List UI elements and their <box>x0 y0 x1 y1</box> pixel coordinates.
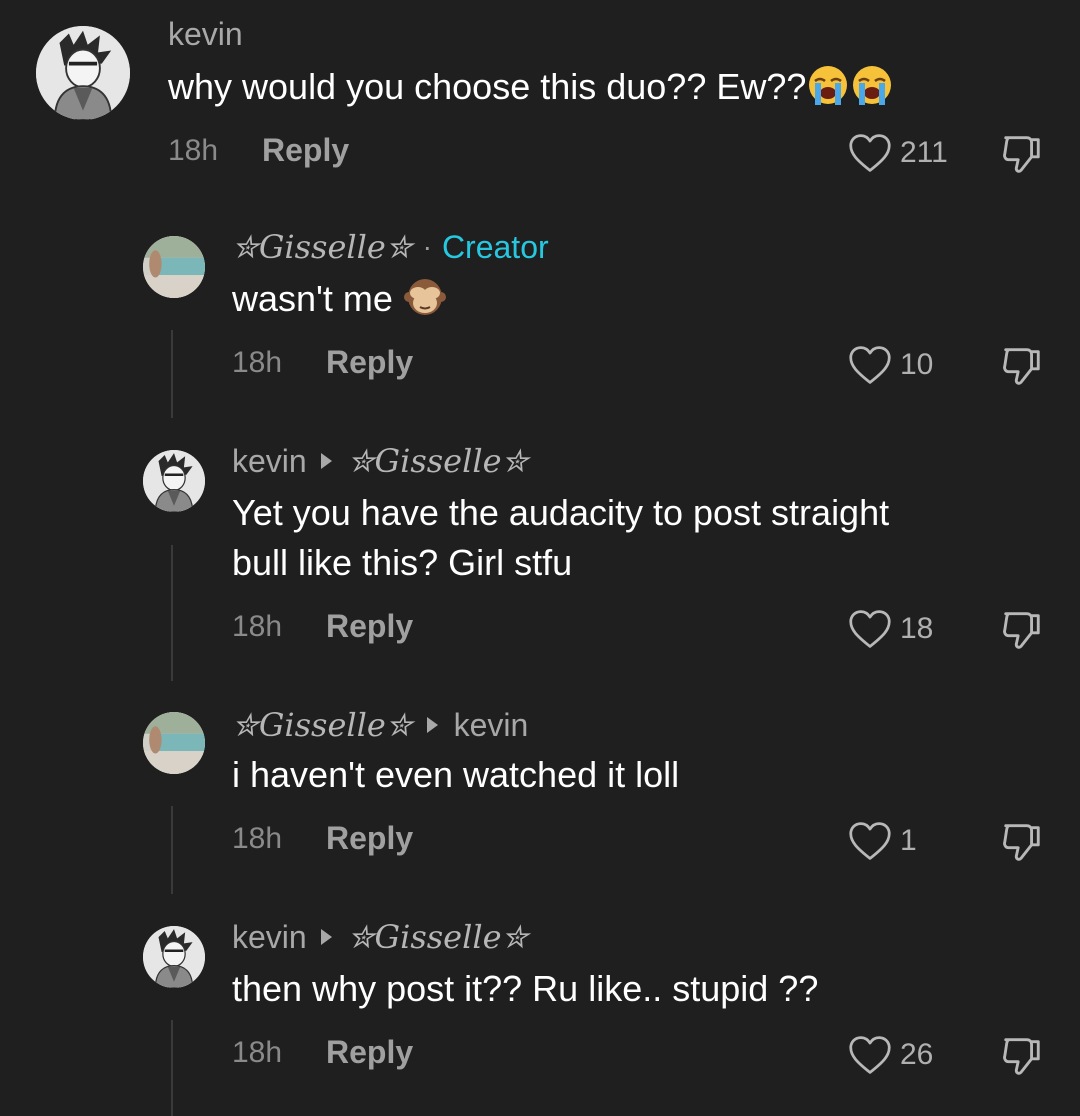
comment-reply: ✮Gisselle✮ · Creator wasn't me 18h Reply… <box>0 228 1080 418</box>
avatar-image <box>36 26 130 120</box>
heart-icon <box>848 820 892 862</box>
comment-username[interactable]: kevin ✮Gisselle✮ <box>232 442 528 480</box>
like-button[interactable]: 18 <box>848 608 933 650</box>
reply-button[interactable]: Reply <box>326 608 413 645</box>
like-count: 1 <box>900 824 917 857</box>
comment-reply: ✮Gisselle✮ kevin i haven't even watched … <box>0 704 1080 894</box>
heart-icon <box>848 1034 892 1076</box>
creator-badge: Creator <box>441 228 549 265</box>
thumbs-down-icon <box>1000 344 1044 388</box>
avatar-kevin[interactable] <box>143 450 205 512</box>
comment-text-line: bull like this? Girl stfu <box>232 542 573 583</box>
dislike-button[interactable] <box>1000 608 1044 652</box>
avatar-image <box>143 712 205 774</box>
comment-timestamp: 18h <box>232 610 283 643</box>
reply-button[interactable]: Reply <box>326 1034 413 1071</box>
reply-arrow-icon <box>320 929 332 945</box>
avatar-image <box>143 450 205 512</box>
thread-line <box>171 1020 173 1116</box>
comment-reply: kevin ✮Gisselle✮ Yet you have the audaci… <box>0 440 1080 680</box>
comment-username[interactable]: ✮Gisselle✮ kevin <box>232 706 528 744</box>
see-no-evil-monkey-icon <box>403 275 447 319</box>
avatar-gisselle[interactable] <box>143 236 205 298</box>
comment-username[interactable]: ✮Gisselle✮ · Creator <box>232 228 549 266</box>
thread-line <box>171 545 173 681</box>
like-count: 211 <box>900 136 948 169</box>
comment-text-body: why would you choose this duo?? Ew?? <box>168 66 807 107</box>
reply-button[interactable]: Reply <box>326 344 413 381</box>
reply-to-username: kevin <box>453 706 529 743</box>
dislike-button[interactable] <box>1000 820 1044 864</box>
avatar-kevin[interactable] <box>143 926 205 988</box>
heart-icon <box>848 608 892 650</box>
comment-top-level: kevin why would you choose this duo?? Ew… <box>0 0 1080 190</box>
reply-arrow-icon <box>426 717 438 733</box>
dislike-button[interactable] <box>1000 1034 1044 1078</box>
comment-timestamp: 18h <box>232 822 283 855</box>
loudly-crying-face-icon <box>806 63 850 107</box>
comment-username[interactable]: kevin ✮Gisselle✮ <box>232 918 528 956</box>
avatar-gisselle[interactable] <box>143 712 205 774</box>
username-text: kevin <box>232 918 307 955</box>
comment-username[interactable]: kevin <box>168 16 243 53</box>
reply-arrow-icon <box>320 453 332 469</box>
separator-dot: · <box>422 231 432 262</box>
comment-text-line: Yet you have the audacity to post straig… <box>232 492 890 533</box>
reply-button[interactable]: Reply <box>262 132 349 169</box>
avatar-image <box>143 926 205 988</box>
like-button[interactable]: 10 <box>848 344 933 386</box>
username-text: kevin <box>168 16 243 52</box>
thumbs-down-icon <box>1000 820 1044 864</box>
dislike-button[interactable] <box>1000 132 1044 176</box>
reply-button[interactable]: Reply <box>326 820 413 857</box>
reply-to-username: ✮Gisselle✮ <box>347 442 529 480</box>
heart-icon <box>848 344 892 386</box>
comment-text: then why post it?? Ru like.. stupid ?? <box>232 968 819 1009</box>
thread-line <box>171 330 173 418</box>
comment-reply: kevin ✮Gisselle✮ then why post it?? Ru l… <box>0 916 1080 1116</box>
like-count: 10 <box>900 348 934 381</box>
reply-to-username: ✮Gisselle✮ <box>347 918 529 956</box>
like-button[interactable]: 26 <box>848 1034 933 1076</box>
like-button[interactable]: 211 <box>848 132 948 174</box>
username-text: kevin <box>232 442 307 479</box>
like-button[interactable]: 1 <box>848 820 917 862</box>
thread-line <box>171 806 173 894</box>
comment-text-body: wasn't me <box>232 278 393 319</box>
comment-text: why would you choose this duo?? Ew?? <box>168 62 894 112</box>
avatar-kevin[interactable] <box>36 26 130 120</box>
comment-timestamp: 18h <box>232 346 283 379</box>
like-count: 26 <box>900 1038 934 1071</box>
username-text: ✮Gisselle✮ <box>232 228 413 266</box>
heart-icon <box>848 132 892 174</box>
dislike-button[interactable] <box>1000 344 1044 388</box>
comment-timestamp: 18h <box>232 1036 283 1069</box>
like-count: 18 <box>900 612 934 645</box>
thumbs-down-icon <box>1000 1034 1044 1078</box>
thumbs-down-icon <box>1000 608 1044 652</box>
thumbs-down-icon <box>1000 132 1044 176</box>
comment-text: wasn't me <box>232 274 447 324</box>
avatar-image <box>143 236 205 298</box>
comment-text: i haven't even watched it loll <box>232 754 680 795</box>
comment-timestamp: 18h <box>168 134 219 167</box>
username-text: ✮Gisselle✮ <box>232 706 413 744</box>
comment-text: Yet you have the audacity to post straig… <box>232 488 889 588</box>
loudly-crying-face-icon <box>850 63 894 107</box>
